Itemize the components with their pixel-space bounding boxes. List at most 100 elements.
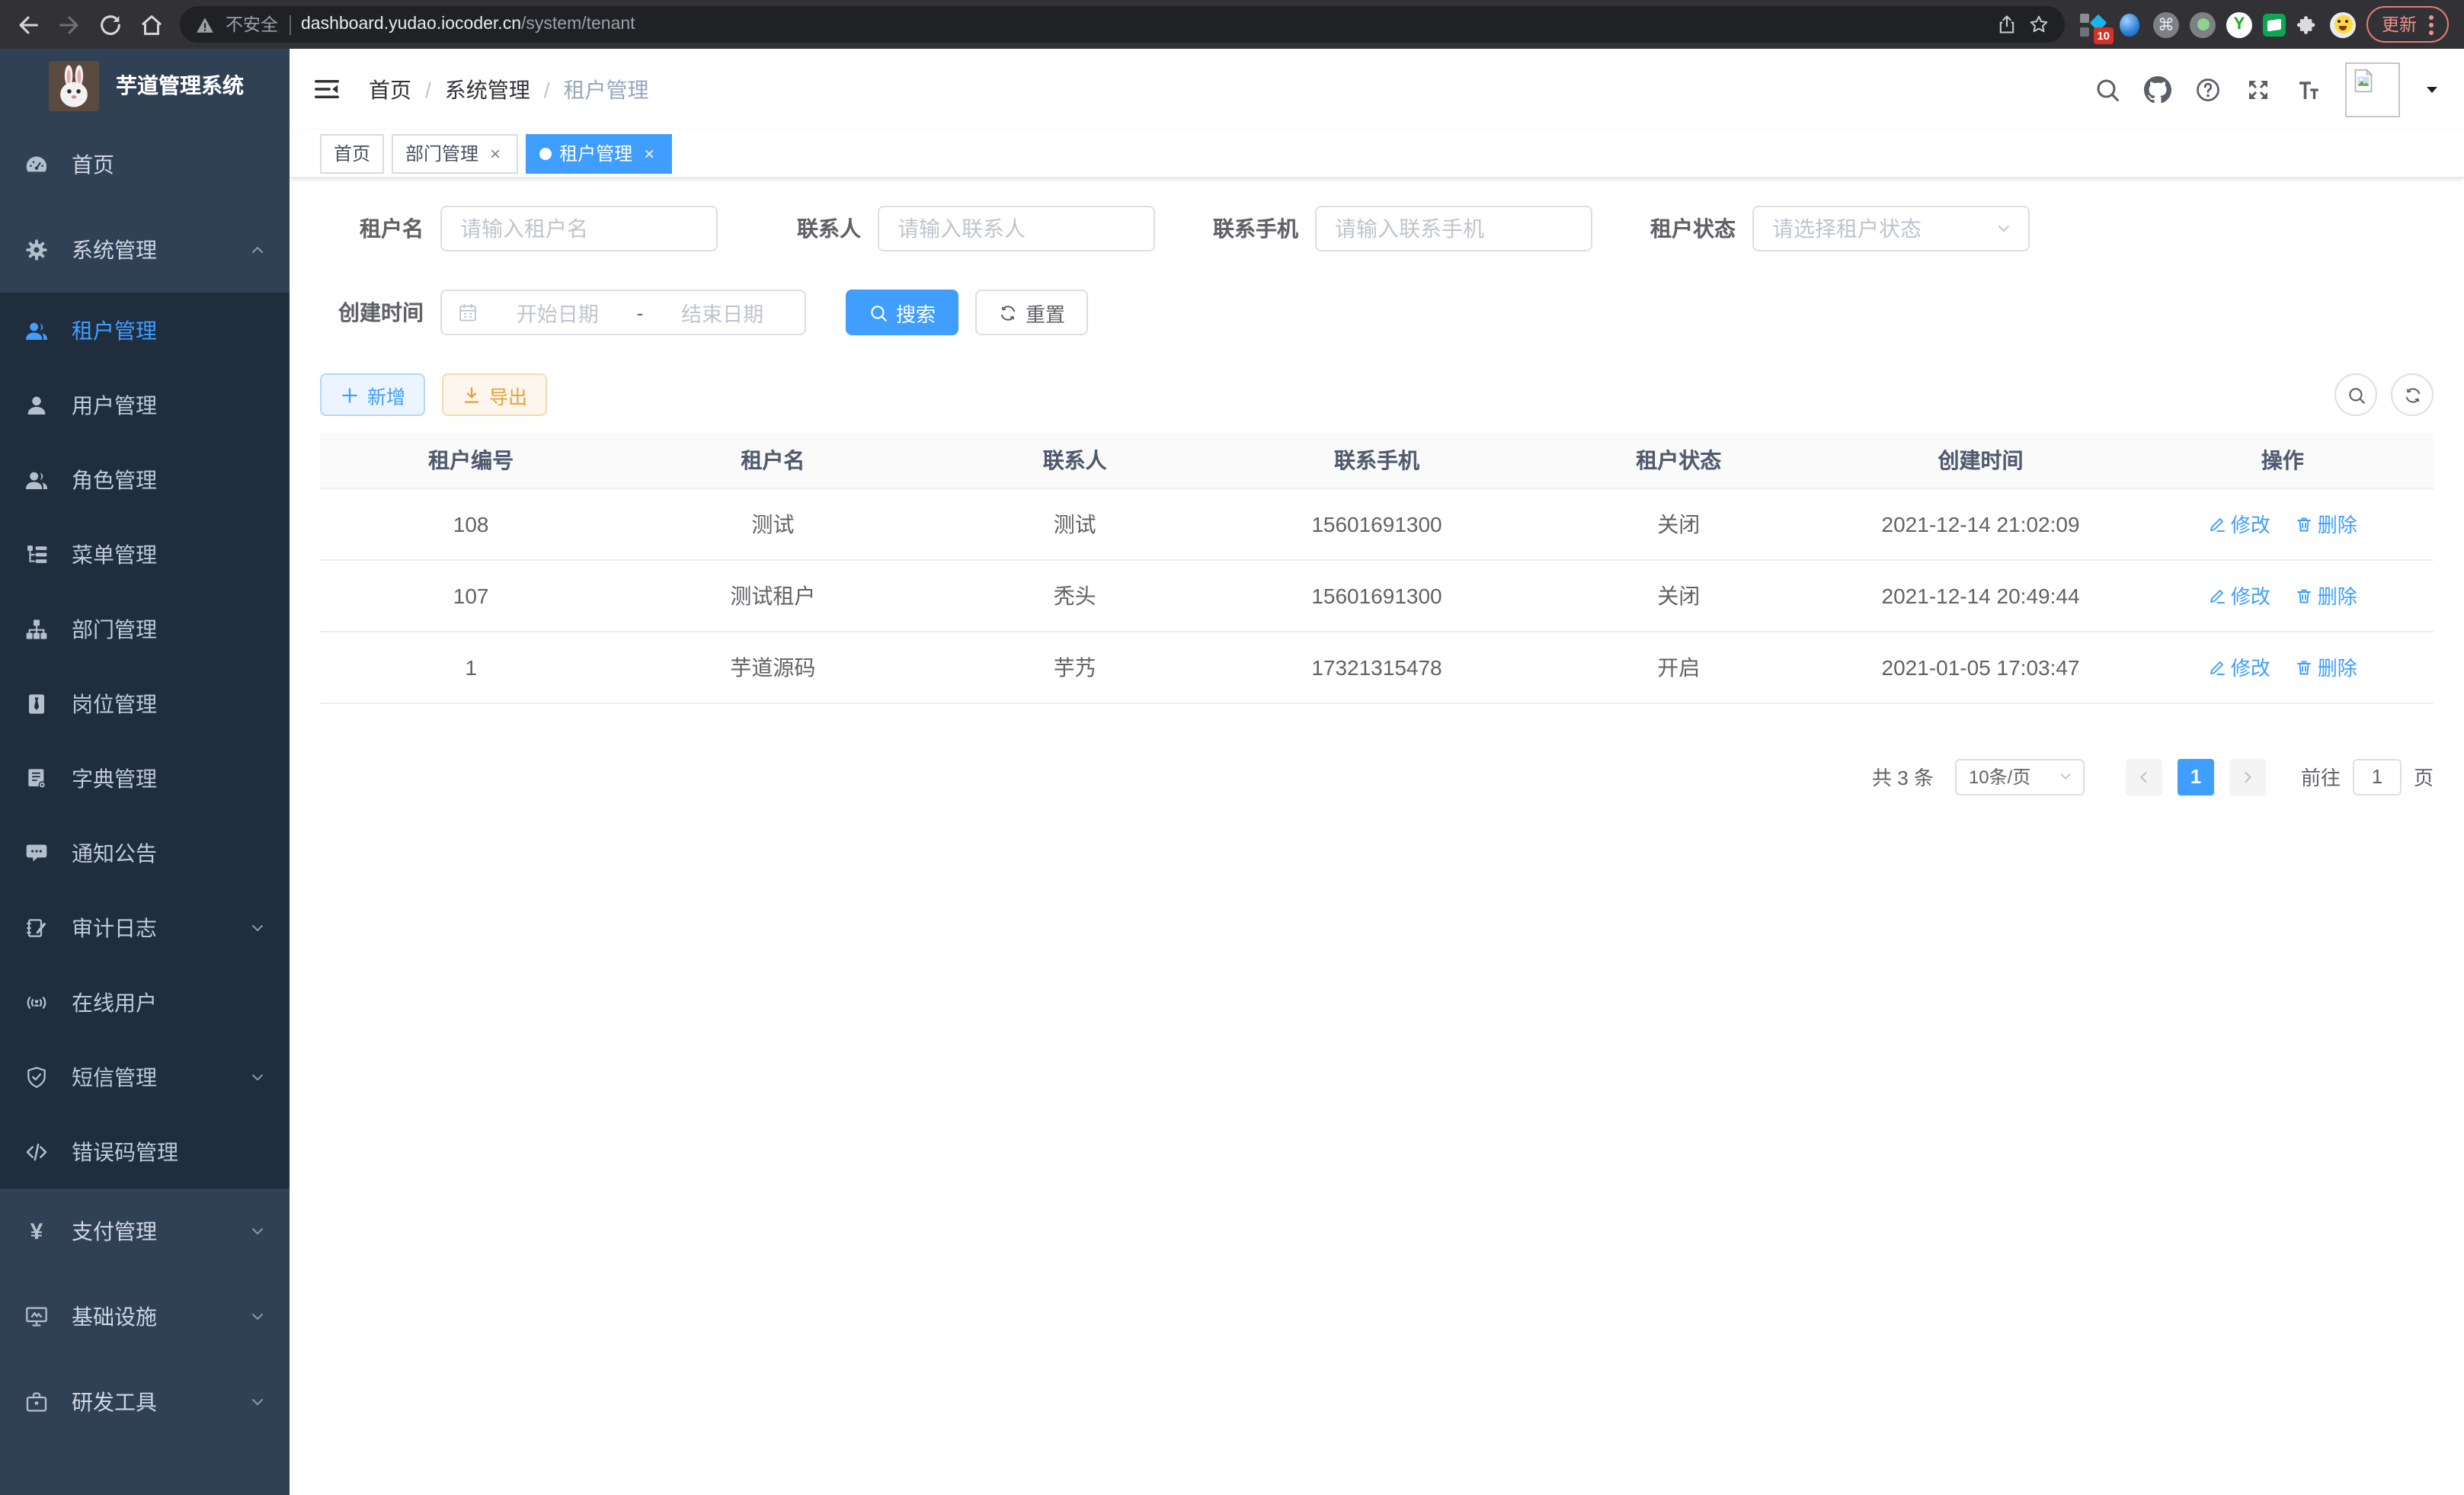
edit-link[interactable]: 修改 — [2208, 581, 2270, 610]
contact-input[interactable] — [878, 206, 1155, 251]
show-search-button[interactable] — [2334, 373, 2377, 416]
goto-page-input[interactable] — [2353, 758, 2402, 795]
sidebar-item-pay[interactable]: ¥ 支付管理 — [0, 1189, 290, 1274]
tag-dept[interactable]: 部门管理 × — [392, 133, 518, 173]
breadcrumb-home[interactable]: 首页 — [369, 74, 411, 104]
github-icon[interactable] — [2144, 75, 2171, 103]
pencil-icon — [2208, 514, 2226, 533]
font-size-icon[interactable] — [2295, 75, 2322, 103]
sidebar-item-sms[interactable]: 短信管理 — [0, 1039, 290, 1114]
fullscreen-icon[interactable] — [2245, 75, 2272, 103]
trash-icon — [2295, 514, 2313, 533]
sidebar-item-notice[interactable]: 通知公告 — [0, 815, 290, 890]
status-select[interactable]: 请选择租户状态 — [1752, 206, 2030, 251]
recorder-extension-icon[interactable] — [2190, 11, 2216, 37]
chevron-down-icon — [1995, 219, 2013, 238]
breadcrumb-system[interactable]: 系统管理 — [445, 74, 530, 104]
bookmark-star-icon[interactable] — [2028, 14, 2050, 35]
add-button[interactable]: 新增 — [320, 373, 425, 416]
page-number-current[interactable]: 1 — [2178, 758, 2214, 795]
export-button[interactable]: 导出 — [442, 373, 547, 416]
address-bar[interactable]: 不安全 dashboard.yudao.iocoder.cn/system/te… — [180, 6, 2065, 43]
help-icon[interactable] — [2194, 75, 2222, 103]
browser-home-icon[interactable] — [139, 11, 165, 37]
edit-link[interactable]: 修改 — [2208, 652, 2270, 681]
delete-link[interactable]: 删除 — [2295, 509, 2357, 538]
sidebar-item-infra[interactable]: 基础设施 — [0, 1274, 290, 1359]
avatar[interactable] — [2345, 62, 2400, 117]
extensions-puzzle-icon[interactable] — [2296, 13, 2319, 36]
filter-tenant-name: 租户名 — [320, 206, 718, 251]
prev-page-button[interactable] — [2126, 758, 2162, 795]
tag-tenant-active[interactable]: 租户管理 × — [526, 133, 672, 173]
yen-icon: ¥ — [24, 1219, 49, 1244]
sidebar-item-error-code[interactable]: 错误码管理 — [0, 1114, 290, 1189]
sidebar-item-dept[interactable]: 部门管理 — [0, 591, 290, 666]
delete-link[interactable]: 删除 — [2295, 652, 2357, 681]
page-size-select[interactable]: 10条/页 — [1955, 758, 2085, 795]
insecure-warning-icon[interactable] — [195, 14, 215, 34]
browser-forward-icon[interactable] — [56, 11, 82, 37]
share-icon[interactable] — [1996, 14, 2018, 35]
sidebar-item-label: 首页 — [72, 149, 114, 180]
profile-avatar-icon[interactable] — [2330, 11, 2356, 37]
trash-icon — [2295, 586, 2313, 604]
start-date-placeholder[interactable]: 开始日期 — [491, 297, 625, 328]
end-date-placeholder[interactable]: 结束日期 — [655, 297, 789, 328]
sidebar-item-dev-tools[interactable]: 研发工具 — [0, 1359, 290, 1445]
sidebar-item-system[interactable]: 系统管理 — [0, 207, 290, 293]
browser-back-icon[interactable] — [15, 11, 41, 37]
edit-link[interactable]: 修改 — [2208, 509, 2270, 538]
next-page-button[interactable] — [2229, 758, 2266, 795]
y-extension-icon[interactable]: Y — [2226, 11, 2252, 37]
sidebar-item-audit-log[interactable]: 审计日志 — [0, 890, 290, 965]
trash-icon — [2295, 658, 2313, 676]
command-extension-icon[interactable]: ⌘ — [2153, 11, 2179, 37]
date-range-picker[interactable]: 开始日期 - 结束日期 — [440, 290, 806, 335]
active-dot — [539, 147, 552, 159]
balloon-extension-icon[interactable] — [2117, 11, 2142, 37]
pagination-total: 共 3 条 — [1872, 762, 1934, 791]
sidebar-item-label: 用户管理 — [72, 389, 157, 420]
table-header-row: 租户编号 租户名 联系人 联系手机 租户状态 创建时间 操作 — [320, 433, 2434, 488]
search-button[interactable]: 搜索 — [846, 290, 958, 335]
tab-manager-extension-icon[interactable]: 10 — [2080, 11, 2106, 37]
sidebar-item-label: 岗位管理 — [72, 688, 157, 719]
tag-home[interactable]: 首页 — [320, 133, 384, 173]
sidebar-item-menu[interactable]: 菜单管理 — [0, 517, 290, 591]
browser-menu-icon[interactable] — [2429, 14, 2434, 34]
sidebar-item-role[interactable]: 角色管理 — [0, 442, 290, 517]
sidebar-item-user[interactable]: 用户管理 — [0, 367, 290, 442]
sidebar-item-online-user[interactable]: 在线用户 — [0, 965, 290, 1039]
tab-close-icon[interactable]: × — [640, 142, 658, 164]
sidebar-item-dict[interactable]: 字典管理 — [0, 741, 290, 815]
extension-badge: 10 — [2093, 27, 2114, 43]
create-time-label: 创建时间 — [320, 297, 424, 328]
header-search-icon[interactable] — [2094, 75, 2121, 103]
url-path: /system/tenant — [521, 15, 635, 34]
sidebar-collapse-icon[interactable] — [312, 75, 341, 104]
header-actions — [2094, 62, 2441, 117]
refresh-table-button[interactable] — [2391, 373, 2434, 416]
broadcast-icon — [24, 990, 49, 1014]
user-menu-caret-icon[interactable] — [2423, 80, 2441, 98]
tab-close-icon[interactable]: × — [486, 142, 504, 164]
reset-button[interactable]: 重置 — [975, 290, 1088, 335]
sidebar-item-tenant[interactable]: 租户管理 — [0, 293, 290, 367]
sidebar-item-label: 菜单管理 — [72, 539, 157, 569]
app-logo-row[interactable]: 芋道管理系统 — [0, 49, 290, 122]
tag-label: 首页 — [334, 140, 370, 166]
filter-phone: 联系手机 — [1195, 206, 1592, 251]
sidebar-item-home[interactable]: 首页 — [0, 122, 290, 207]
browser-reload-icon[interactable] — [98, 11, 123, 37]
filter-create-time: 创建时间 开始日期 - 结束日期 — [320, 290, 806, 335]
phone-input[interactable] — [1315, 206, 1592, 251]
breadcrumb-separator: / — [425, 77, 431, 101]
delete-link[interactable]: 删除 — [2295, 581, 2357, 610]
sidebar-item-post[interactable]: 岗位管理 — [0, 666, 290, 741]
flag-extension-icon[interactable] — [2263, 13, 2286, 36]
col-phone: 联系手机 — [1226, 433, 1528, 488]
browser-update-button[interactable]: 更新 — [2366, 6, 2449, 43]
url-text[interactable]: dashboard.yudao.iocoder.cn/system/tenant — [301, 15, 1986, 34]
tenant-name-input[interactable] — [440, 206, 718, 251]
